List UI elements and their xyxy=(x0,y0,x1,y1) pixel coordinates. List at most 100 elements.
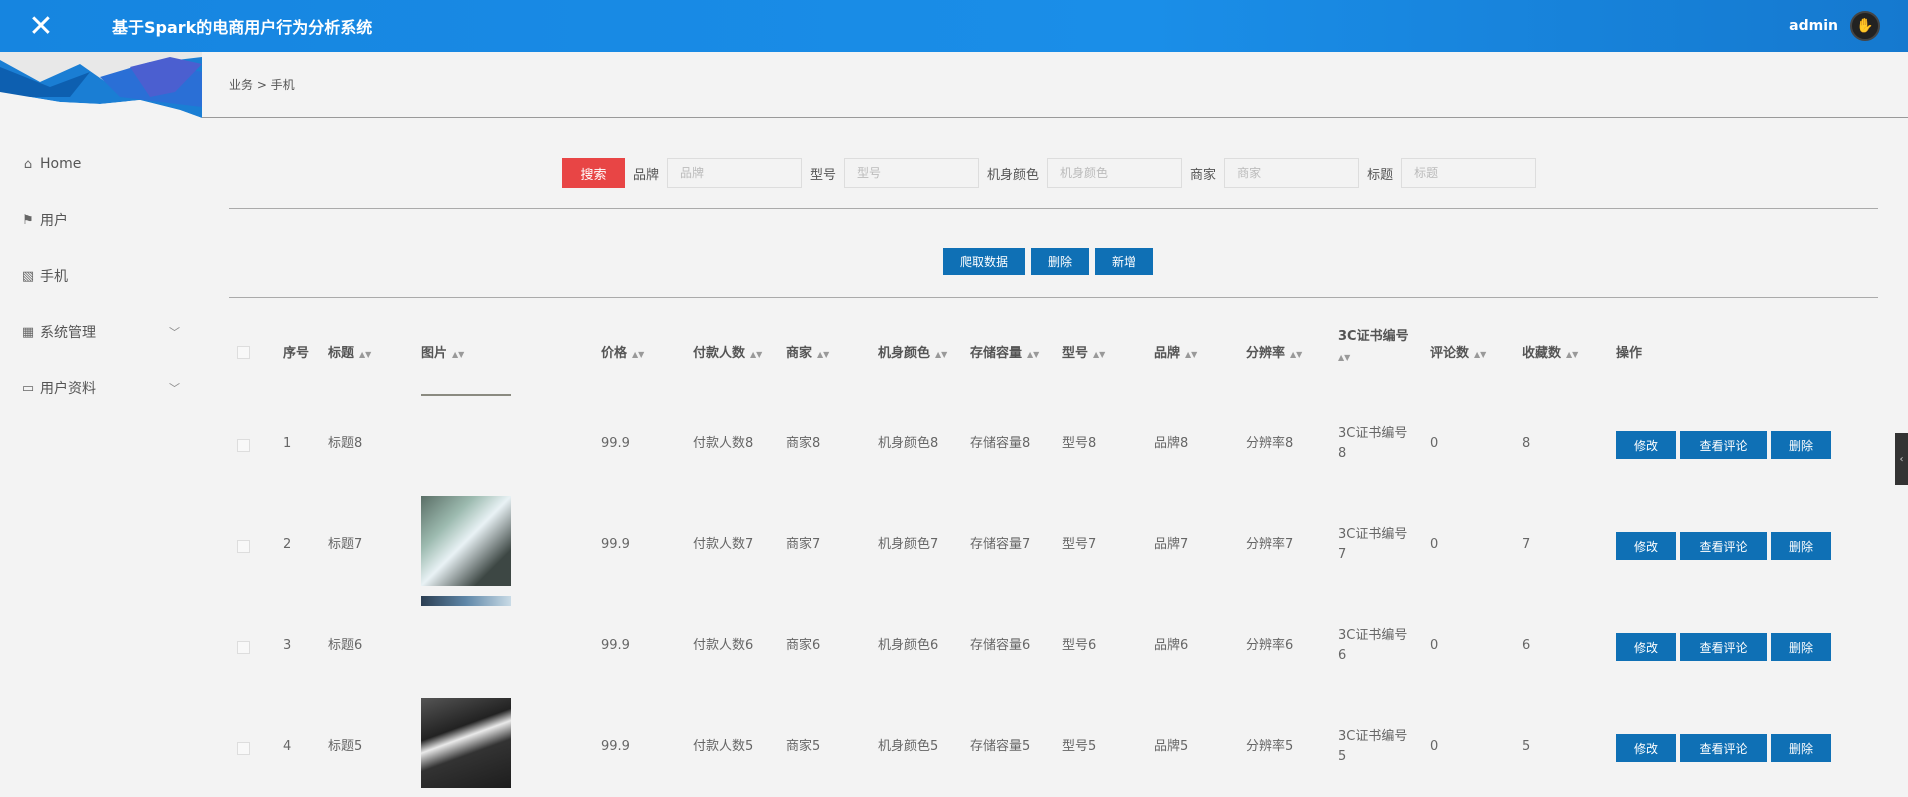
cell-comments: 0 xyxy=(1430,537,1439,552)
chart-icon: ▧ xyxy=(21,268,35,284)
cell-storage: 存储容量8 xyxy=(970,436,1031,451)
cell-cert: 3C证书编号 8 xyxy=(1338,426,1408,461)
col-image[interactable]: 图片 ▲▼ xyxy=(421,344,464,365)
model-input[interactable] xyxy=(844,158,980,188)
cell-cert: 3C证书编号 6 xyxy=(1338,628,1408,663)
bulk-delete-button[interactable]: 删除 xyxy=(1031,248,1090,275)
brand-label: 品牌 xyxy=(633,167,660,183)
col-merchant[interactable]: 商家 ▲▼ xyxy=(786,344,829,365)
sidebar-item-phones[interactable]: ▧ 手机 xyxy=(0,248,202,304)
cell-title: 标题7 xyxy=(328,537,363,552)
col-title[interactable]: 标题 ▲▼ xyxy=(328,344,371,365)
view-comments-button[interactable]: 查看评论 xyxy=(1680,633,1767,661)
add-button[interactable]: 新增 xyxy=(1095,248,1154,275)
col-payers[interactable]: 付款人数 ▲▼ xyxy=(693,344,762,365)
col-storage[interactable]: 存储容量 ▲▼ xyxy=(970,344,1039,365)
product-image xyxy=(421,596,511,606)
cell-storage: 存储容量7 xyxy=(970,537,1031,552)
select-all-checkbox[interactable] xyxy=(237,346,250,359)
color-label: 机身颜色 xyxy=(987,167,1040,183)
user-area: admin ✋ xyxy=(1789,0,1880,52)
edit-button[interactable]: 修改 xyxy=(1616,734,1676,762)
sidebar-item-label: 系统管理 xyxy=(40,325,96,341)
cell-favorites: 5 xyxy=(1522,739,1531,754)
crawl-data-button[interactable]: 爬取数据 xyxy=(943,248,1026,275)
col-price[interactable]: 价格 ▲▼ xyxy=(601,344,644,365)
row-checkbox[interactable] xyxy=(237,742,250,755)
chevron-down-icon: ﹀ xyxy=(169,326,180,339)
cell-payers: 付款人数5 xyxy=(693,739,754,754)
app-title: 基于Spark的电商用户行为分析系统 xyxy=(112,18,373,37)
cell-cert: 3C证书编号 7 xyxy=(1338,527,1408,562)
sidebar-item-users[interactable]: ⚑ 用户 xyxy=(0,192,202,248)
cell-index: 2 xyxy=(283,537,292,552)
sort-icon: ▲▼ xyxy=(1185,350,1198,359)
col-model[interactable]: 型号 ▲▼ xyxy=(1062,344,1105,365)
cell-model: 型号7 xyxy=(1062,537,1097,552)
product-image xyxy=(421,394,511,396)
color-input[interactable] xyxy=(1047,158,1183,188)
brand-input[interactable] xyxy=(667,158,803,188)
cell-favorites: 8 xyxy=(1522,436,1531,451)
delete-button[interactable]: 删除 xyxy=(1771,734,1831,762)
row-checkbox[interactable] xyxy=(237,439,250,452)
sort-icon: ▲▼ xyxy=(817,350,830,359)
cell-comments: 0 xyxy=(1430,436,1439,451)
cell-favorites: 7 xyxy=(1522,537,1531,552)
col-ops: 操作 xyxy=(1616,346,1643,361)
col-brand[interactable]: 品牌 ▲▼ xyxy=(1154,344,1197,365)
col-color[interactable]: 机身颜色 ▲▼ xyxy=(878,344,947,365)
home-icon: ⌂ xyxy=(23,156,33,172)
sort-icon: ▲▼ xyxy=(1290,350,1303,359)
sidebar-item-label: 手机 xyxy=(40,269,68,285)
grid-icon: ▦ xyxy=(21,324,35,340)
cell-resolution: 分辨率6 xyxy=(1246,638,1294,653)
cell-index: 1 xyxy=(283,436,292,451)
cell-index: 4 xyxy=(283,739,292,754)
banner-graphic xyxy=(0,52,202,118)
row-checkbox[interactable] xyxy=(237,540,250,553)
edit-button[interactable]: 修改 xyxy=(1616,633,1676,661)
sidebar-item-home[interactable]: ⌂ Home xyxy=(0,136,202,192)
col-comments[interactable]: 评论数 ▲▼ xyxy=(1430,344,1486,365)
divider xyxy=(229,297,1878,298)
title-label: 标题 xyxy=(1367,167,1394,183)
delete-button[interactable]: 删除 xyxy=(1771,431,1831,459)
cell-payers: 付款人数8 xyxy=(693,436,754,451)
cell-index: 3 xyxy=(283,638,292,653)
user-name[interactable]: admin xyxy=(1789,18,1838,34)
cell-comments: 0 xyxy=(1430,739,1439,754)
merchant-label: 商家 xyxy=(1190,167,1217,183)
avatar[interactable]: ✋ xyxy=(1850,11,1880,41)
view-comments-button[interactable]: 查看评论 xyxy=(1680,431,1767,459)
breadcrumb: 业务 > 手机 xyxy=(202,52,1908,118)
table-row: 4 标题5 99.9 付款人数5 商家5 机身颜色5 存储容量5 型号5 品牌5… xyxy=(229,697,1878,797)
cell-merchant: 商家7 xyxy=(786,537,821,552)
edit-button[interactable]: 修改 xyxy=(1616,532,1676,560)
merchant-input[interactable] xyxy=(1224,158,1360,188)
title-input[interactable] xyxy=(1401,158,1537,188)
search-button[interactable]: 搜索 xyxy=(562,158,625,188)
search-bar: 搜索 品牌 型号 机身颜色 商家 标题 xyxy=(562,158,1537,188)
close-icon[interactable]: ✕ xyxy=(0,0,82,52)
cell-price: 99.9 xyxy=(601,739,630,754)
side-drawer-toggle[interactable]: ‹ xyxy=(1895,433,1908,485)
chevron-down-icon: ﹀ xyxy=(169,382,180,395)
cell-color: 机身颜色8 xyxy=(878,436,939,451)
col-cert[interactable]: 3C证书编号 ▲▼ xyxy=(1338,327,1418,368)
view-comments-button[interactable]: 查看评论 xyxy=(1680,532,1767,560)
edit-button[interactable]: 修改 xyxy=(1616,431,1676,459)
view-comments-button[interactable]: 查看评论 xyxy=(1680,734,1767,762)
sidebar-item-system[interactable]: ▦ 系统管理 ﹀ xyxy=(0,304,202,360)
cell-title: 标题6 xyxy=(328,638,363,653)
col-resolution[interactable]: 分辨率 ▲▼ xyxy=(1246,344,1302,365)
flag-icon: ⚑ xyxy=(22,212,34,228)
col-favorites[interactable]: 收藏数 ▲▼ xyxy=(1522,344,1578,365)
sidebar-item-label: Home xyxy=(40,156,82,172)
cell-title: 标题5 xyxy=(328,739,363,754)
cell-model: 型号8 xyxy=(1062,436,1097,451)
delete-button[interactable]: 删除 xyxy=(1771,532,1831,560)
delete-button[interactable]: 删除 xyxy=(1771,633,1831,661)
row-checkbox[interactable] xyxy=(237,641,250,654)
sidebar-item-profile[interactable]: ▭ 用户资料 ﹀ xyxy=(0,360,202,416)
